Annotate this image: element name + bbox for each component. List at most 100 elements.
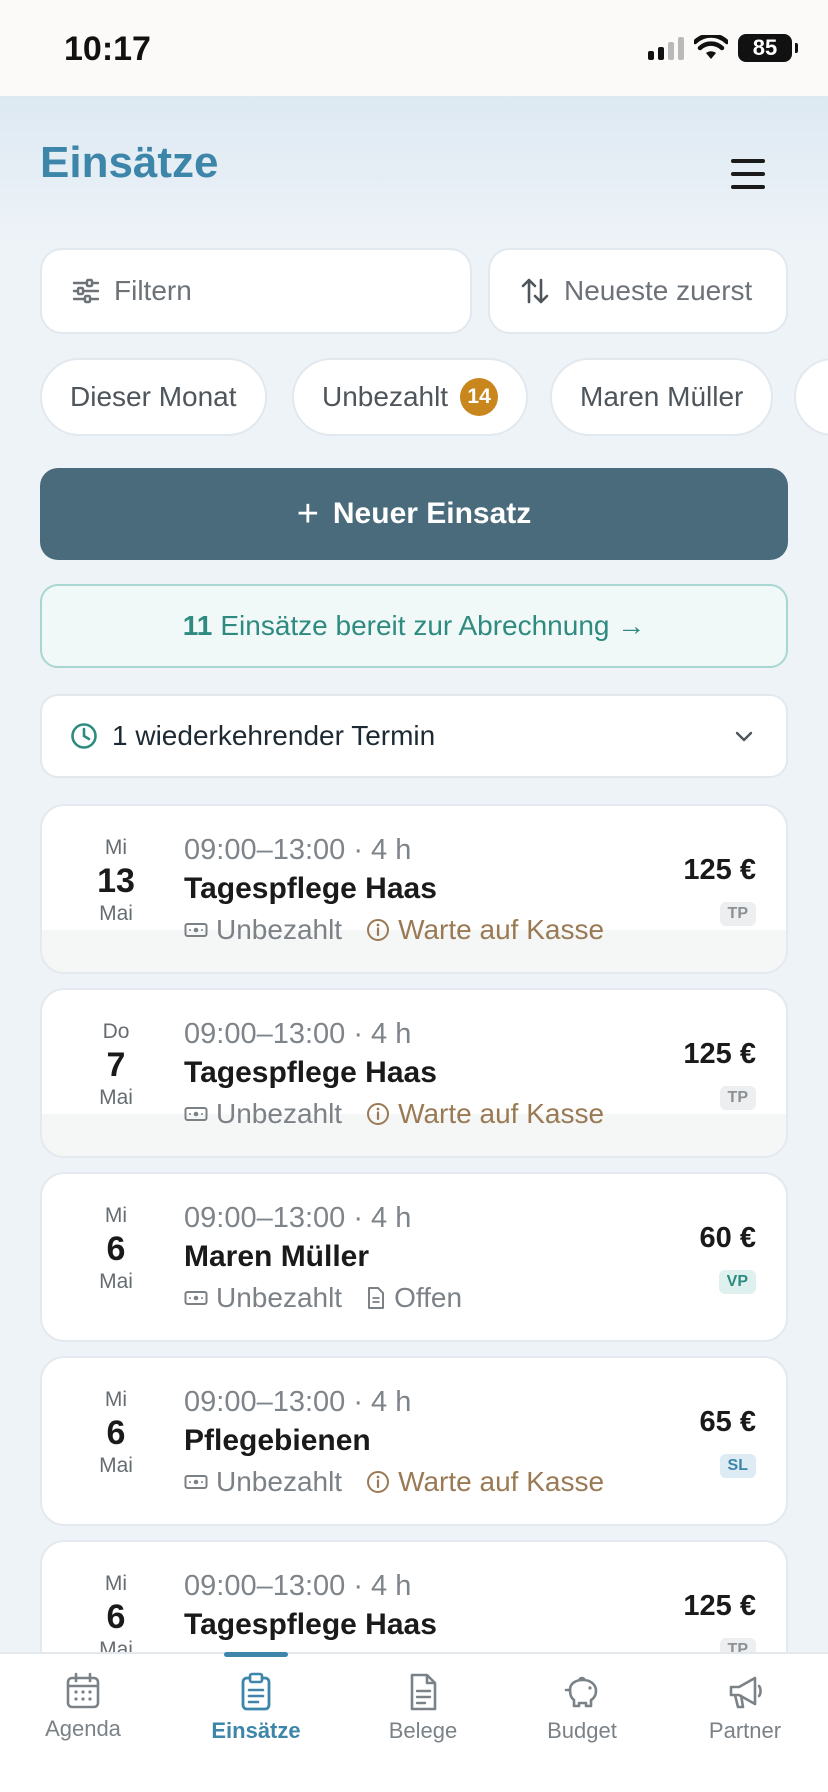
tab-label: Belege	[388, 1718, 458, 1743]
status-time: 10:17	[64, 30, 151, 68]
entry-card[interactable]: Do 7 Mai 09:00–13:00 · 4 h Tagespflege H…	[40, 988, 788, 1158]
new-entry-label: Neuer Einsatz	[332, 497, 532, 530]
entry-month: Mai	[99, 902, 133, 925]
sort-label: Neueste zuerst	[564, 275, 753, 306]
entry-date: Mi 6 Mai	[76, 1572, 156, 1652]
sort-button[interactable]: Neueste zuerst	[488, 248, 788, 334]
entry-date: Mi 13 Mai	[76, 836, 156, 926]
menu-button[interactable]	[724, 150, 772, 198]
tab-label: Partner	[708, 1718, 782, 1743]
chevron-down-icon	[735, 731, 753, 742]
clock-icon	[71, 723, 97, 749]
processing-status: Warte auf Kasse	[366, 914, 604, 946]
entry-month: Mai	[99, 1270, 133, 1293]
count-badge: 14	[460, 378, 499, 416]
entry-card[interactable]: Mi 13 Mai 09:00–13:00 · 4 h Tagespflege …	[40, 804, 788, 974]
tab-label: Agenda	[45, 1716, 121, 1741]
cash-icon	[184, 1475, 208, 1489]
payment-label: Unbezahlt	[216, 1282, 343, 1313]
plus-icon: +	[296, 493, 319, 535]
recurring-label: 1 wiederkehrender Termin	[112, 720, 436, 751]
chip-this-month[interactable]: Dieser Monat	[40, 358, 267, 436]
document-status: Offen	[366, 1282, 462, 1314]
tab-belege[interactable]: Belege	[353, 1672, 493, 1744]
hamburger-icon	[731, 159, 765, 163]
document-icon	[368, 1287, 385, 1309]
filter-label: Filtern	[114, 275, 192, 306]
entry-client: Pflegebienen	[184, 1424, 371, 1457]
info-icon	[367, 1103, 390, 1125]
entry-status: Unbezahlt Warte auf Kasse	[184, 1466, 604, 1498]
chip-more[interactable]	[794, 358, 828, 436]
entry-month: Mai	[99, 1638, 133, 1652]
clipboard-icon	[241, 1672, 271, 1711]
entry-day: 7	[106, 1046, 126, 1084]
entry-day: 6	[106, 1414, 126, 1452]
processing-label: Warte auf Kasse	[398, 914, 605, 945]
processing-status: Warte auf Kasse	[366, 1098, 604, 1130]
chip-label: Maren Müller	[580, 381, 744, 412]
entry-weekday: Do	[102, 1020, 130, 1043]
entry-status: Unbezahlt Offen	[184, 1282, 462, 1314]
processing-label: Warte auf Kasse	[398, 1466, 605, 1497]
chip-label: Dieser Monat	[70, 381, 237, 412]
battery-icon: 85	[738, 34, 798, 62]
sliders-icon	[72, 278, 100, 304]
entry-amount: 125 €	[683, 854, 756, 886]
care-type-tag: VP	[718, 1270, 756, 1294]
new-entry-button[interactable]: + Neuer Einsatz	[40, 468, 788, 560]
wifi-icon	[694, 35, 728, 59]
entry-client: Maren Müller	[184, 1240, 370, 1273]
ready-count: 11	[182, 610, 213, 641]
entry-weekday: Mi	[104, 1388, 128, 1411]
entry-client: Tagespflege Haas	[184, 1608, 437, 1641]
payment-status: Unbezahlt	[184, 1282, 342, 1314]
tab-label: Einsätze	[211, 1718, 301, 1743]
sort-arrows-icon	[521, 278, 549, 304]
tab-einsaetze[interactable]: Einsätze	[186, 1672, 326, 1744]
chip-maren-mueller[interactable]: Maren Müller	[550, 358, 774, 436]
chip-label: Unbezahlt	[322, 381, 449, 412]
info-icon	[367, 919, 390, 941]
payment-status: Unbezahlt	[184, 1466, 342, 1498]
entry-status: Unbezahlt Warte auf Kasse	[184, 914, 604, 946]
cellular-signal-icon	[648, 36, 684, 60]
ready-text: Einsätze bereit zur Abrechnung →	[220, 610, 646, 641]
cash-icon	[184, 1107, 208, 1121]
entry-time: 09:00–13:00 · 4 h	[184, 1386, 412, 1418]
chip-unpaid[interactable]: Unbezahlt 14	[292, 358, 529, 436]
active-tab-indicator	[224, 1652, 288, 1657]
entry-day: 6	[106, 1598, 126, 1636]
entry-month: Mai	[99, 1454, 133, 1477]
entry-amount: 65 €	[699, 1406, 756, 1438]
ready-for-billing-banner[interactable]: 11 Einsätze bereit zur Abrechnung →	[40, 584, 788, 668]
entries-list: Mi 13 Mai 09:00–13:00 · 4 h Tagespflege …	[0, 800, 828, 1652]
payment-label: Unbezahlt	[216, 914, 343, 945]
entry-card[interactable]: Mi 6 Mai 09:00–13:00 · 4 h Pflegebienen …	[40, 1356, 788, 1526]
payment-label: Unbezahlt	[216, 1466, 343, 1497]
document-icon	[410, 1673, 437, 1711]
entry-date: Mi 6 Mai	[76, 1204, 156, 1294]
entry-card[interactable]: Mi 6 Mai 09:00–13:00 · 4 h Maren Müller …	[40, 1172, 788, 1342]
filter-button[interactable]: Filtern	[40, 248, 472, 334]
tab-budget[interactable]: Budget	[512, 1672, 652, 1744]
tab-agenda[interactable]: Agenda	[13, 1672, 153, 1742]
tab-bar: Agenda Einsätze Belege Budget Partner	[0, 1652, 828, 1792]
entry-status: Unbezahlt Warte auf Kasse	[184, 1098, 604, 1130]
entry-amount: 60 €	[699, 1222, 756, 1254]
page-title: Einsätze	[40, 138, 219, 187]
hamburger-line	[731, 185, 765, 189]
cash-icon	[184, 1291, 208, 1305]
status-icons: 85	[648, 34, 798, 62]
entry-date: Mi 6 Mai	[76, 1388, 156, 1478]
tab-partner[interactable]: Partner	[675, 1672, 815, 1744]
quick-filter-chips: Dieser Monat Unbezahlt 14 Maren Müller	[40, 358, 828, 436]
entry-weekday: Mi	[104, 1204, 128, 1227]
recurring-appointments-toggle[interactable]: 1 wiederkehrender Termin	[40, 694, 788, 778]
cash-icon	[184, 923, 208, 937]
piggy-bank-icon	[564, 1676, 598, 1708]
entry-weekday: Mi	[104, 836, 128, 859]
entry-card[interactable]: Mi 6 Mai 09:00–13:00 · 4 h Tagespflege H…	[40, 1540, 788, 1652]
tab-label: Budget	[547, 1718, 617, 1743]
entry-amount: 125 €	[683, 1590, 756, 1622]
